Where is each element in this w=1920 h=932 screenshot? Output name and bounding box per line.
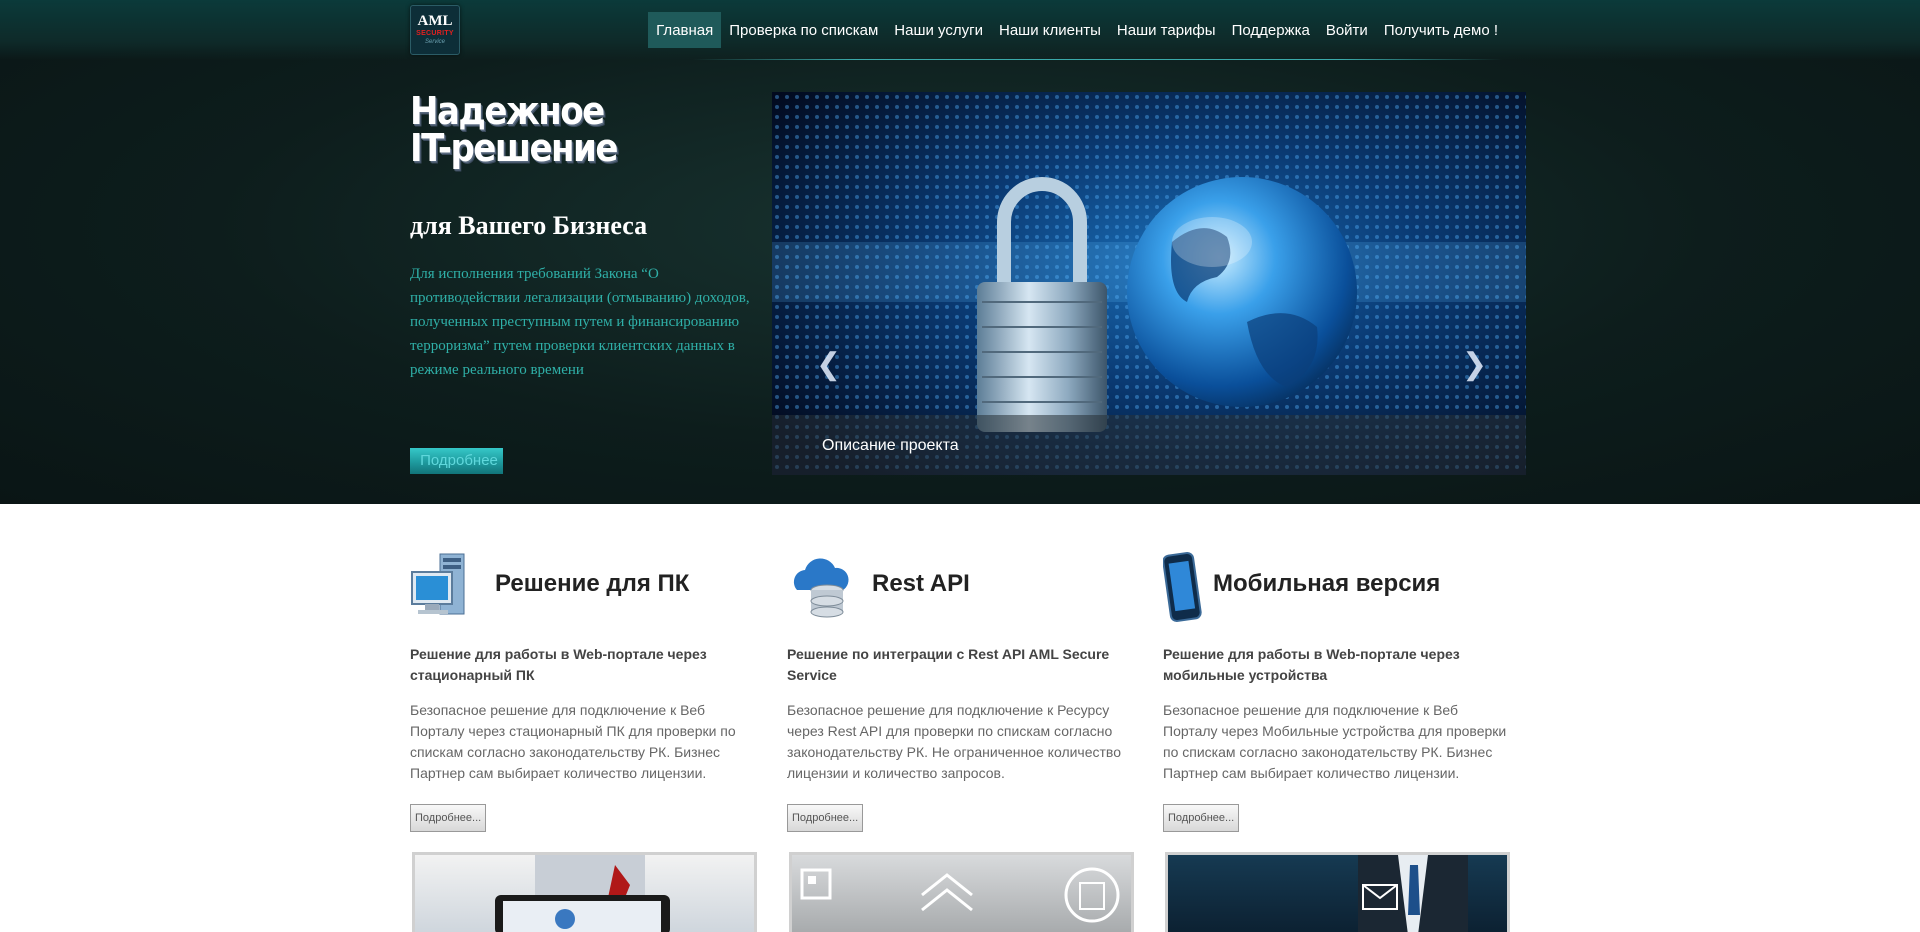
cloud-database-icon <box>787 552 857 622</box>
hero-subtitle: для Вашего Бизнеса <box>410 211 648 240</box>
carousel-next-icon[interactable]: ❯ <box>1462 350 1487 380</box>
feature-photo <box>1165 852 1510 932</box>
feature-title: Решение для ПК <box>495 570 690 597</box>
hero-section: AML SECURITY Service Главная Проверка по… <box>0 0 1920 504</box>
feature-more-button[interactable]: Подробнее... <box>787 804 864 832</box>
hero-description: Для исполнения требований Закона “О прот… <box>410 266 750 378</box>
feature-photo <box>789 852 1134 932</box>
feature-text: Безопасное решение для подключение к Веб… <box>410 702 736 781</box>
hero-title-line2: IT-решение <box>410 126 618 172</box>
carousel-prev-icon[interactable]: ❮ <box>816 350 841 380</box>
feature-photo <box>412 852 757 932</box>
carousel-caption-bar: Описание проекта <box>772 415 1526 475</box>
hero-carousel[interactable]: ❮ ❯ Описание проекта <box>772 92 1526 475</box>
feature-more-button[interactable]: Подробнее... <box>1163 804 1240 832</box>
feature-title: Мобильная версия <box>1213 570 1441 597</box>
feature-more-button[interactable]: Подробнее... <box>410 804 487 832</box>
hero-title: Надежное IT-решение <box>410 89 618 172</box>
carousel-caption: Описание проекта <box>822 437 959 454</box>
feature-subtitle: Решение по интеграции с Rest API AML Sec… <box>787 646 1110 683</box>
hero-more-button[interactable]: Подробнее <box>410 448 503 474</box>
desktop-computer-icon <box>410 552 480 622</box>
feature-subtitle: Решение для работы в Web-портале через м… <box>1163 646 1460 683</box>
feature-text: Безопасное решение для подключение к Веб… <box>1163 702 1507 781</box>
feature-text: Безопасное решение для подключение к Рес… <box>787 702 1121 781</box>
hero-content: Надежное IT-решение для Вашего Бизнеса Д… <box>410 0 1526 504</box>
hero-title-line1: Надежное <box>410 89 605 135</box>
feature-subtitle: Решение для работы в Web-портале через с… <box>410 646 707 683</box>
feature-title: Rest API <box>872 570 970 597</box>
